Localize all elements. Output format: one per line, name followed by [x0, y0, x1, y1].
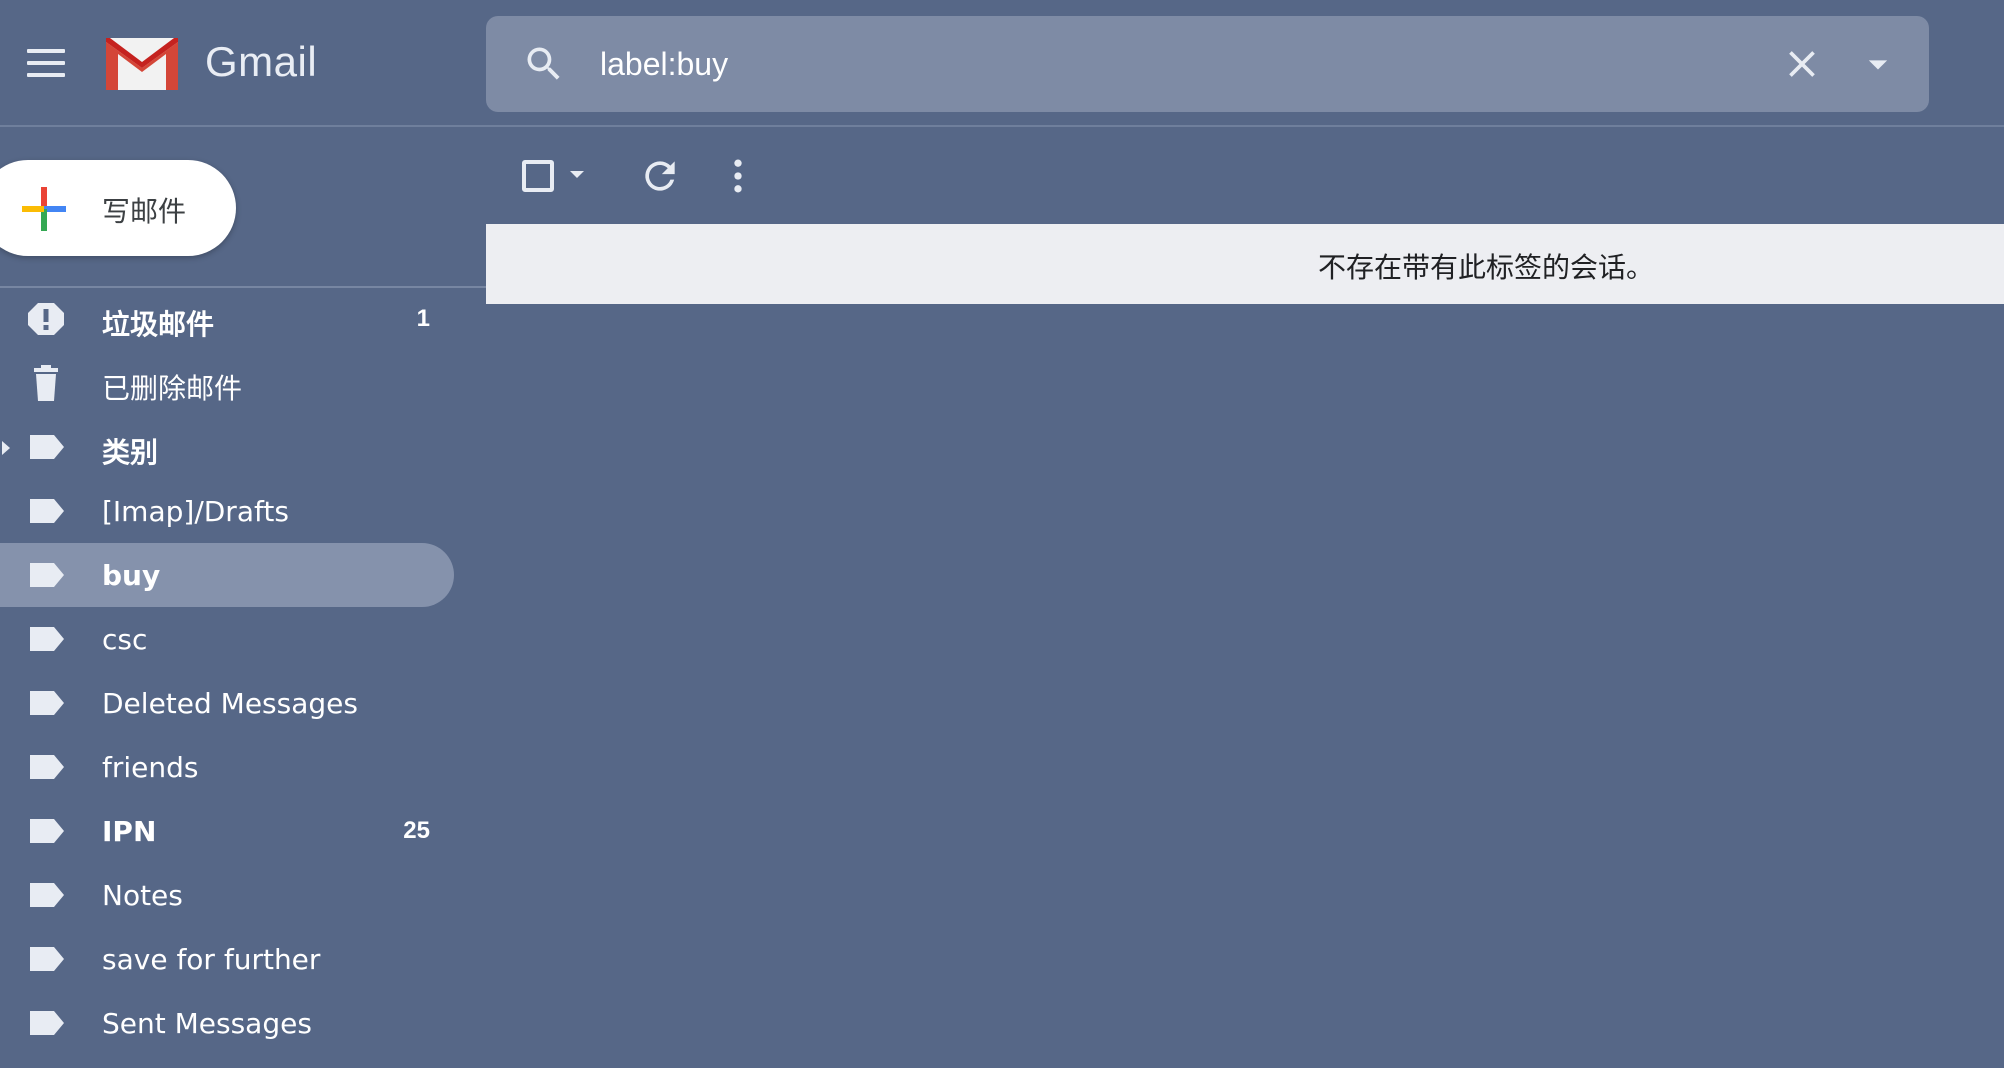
gmail-app: Gmail 写邮件: [0, 0, 2004, 1068]
compose-label: 写邮件: [102, 195, 187, 228]
sidebar-item-save-for-further[interactable]: save for further: [0, 927, 454, 991]
label-icon: [30, 691, 64, 715]
select-all-checkbox[interactable]: [522, 160, 554, 192]
sidebar-item-label: 已删除邮件: [102, 372, 243, 405]
sidebar-item-label: Sent Messages: [102, 1007, 312, 1040]
search-input[interactable]: [600, 38, 1740, 90]
search-icon[interactable]: [522, 42, 566, 86]
sidebar-nav: 垃圾邮件 1 已删除邮件 类别 [Imap]/Drafts buy csc De…: [0, 287, 486, 1055]
sidebar-item-categories[interactable]: 类别: [0, 415, 454, 479]
sidebar-item-ipn[interactable]: IPN 25: [0, 799, 454, 863]
spam-icon: [28, 303, 64, 335]
message-toolbar: [486, 130, 2004, 222]
sidebar-item-notes[interactable]: Notes: [0, 863, 454, 927]
sidebar-item-label: friends: [102, 751, 199, 784]
sidebar-item-label: [Imap]/Drafts: [102, 495, 289, 528]
label-icon: [30, 1011, 64, 1035]
sidebar-item-buy[interactable]: buy: [0, 543, 454, 607]
label-icon: [30, 563, 64, 587]
empty-state-message: 不存在带有此标签的会话。: [1317, 251, 1655, 284]
sidebar-item-csc[interactable]: csc: [0, 607, 454, 671]
compose-button[interactable]: 写邮件: [0, 160, 236, 256]
sidebar-item-label: buy: [102, 559, 161, 592]
sidebar-item-label: csc: [102, 623, 148, 656]
label-icon: [30, 883, 64, 907]
sidebar-item-label: save for further: [102, 943, 321, 976]
menu-bar: [27, 73, 65, 77]
label-icon: [30, 499, 64, 523]
label-icon: [30, 819, 64, 843]
gmail-logo-icon[interactable]: [104, 34, 180, 92]
main-menu-button[interactable]: [20, 40, 72, 86]
label-icon: [30, 947, 64, 971]
empty-state-bar: 不存在带有此标签的会话。: [486, 224, 2004, 304]
label-icon: [30, 435, 64, 459]
sidebar-item-imap-drafts[interactable]: [Imap]/Drafts: [0, 479, 454, 543]
sidebar-item-label: Notes: [102, 879, 183, 912]
refresh-icon[interactable]: [638, 154, 682, 198]
expand-arrow-icon[interactable]: [2, 441, 10, 455]
sidebar-item-deleted-messages[interactable]: Deleted Messages: [0, 671, 454, 735]
more-vert-icon[interactable]: [716, 154, 760, 198]
sidebar-item-trash[interactable]: 已删除邮件: [0, 351, 454, 415]
sidebar-item-label: Deleted Messages: [102, 687, 358, 720]
label-icon: [30, 755, 64, 779]
sidebar-item-label: IPN: [102, 815, 157, 848]
menu-bar: [27, 61, 65, 65]
sidebar-item-label: 垃圾邮件: [102, 308, 215, 341]
plus-icon: [22, 187, 66, 231]
sidebar-item-sent-messages[interactable]: Sent Messages: [0, 991, 454, 1055]
unread-count: 1: [416, 305, 430, 332]
search-options-caret-icon[interactable]: [1856, 42, 1900, 86]
unread-count: 25: [403, 817, 430, 844]
menu-bar: [27, 49, 65, 53]
trash-icon: [34, 365, 58, 401]
sidebar-item-spam[interactable]: 垃圾邮件 1: [0, 287, 454, 351]
search-bar: [486, 16, 1929, 112]
brand-name[interactable]: Gmail: [205, 38, 317, 86]
sidebar-item-label: 类别: [102, 436, 159, 469]
select-options-caret-icon[interactable]: [570, 171, 584, 178]
sidebar-item-friends[interactable]: friends: [0, 735, 454, 799]
header: Gmail: [0, 0, 2004, 127]
label-icon: [30, 627, 64, 651]
close-icon[interactable]: [1780, 42, 1824, 86]
